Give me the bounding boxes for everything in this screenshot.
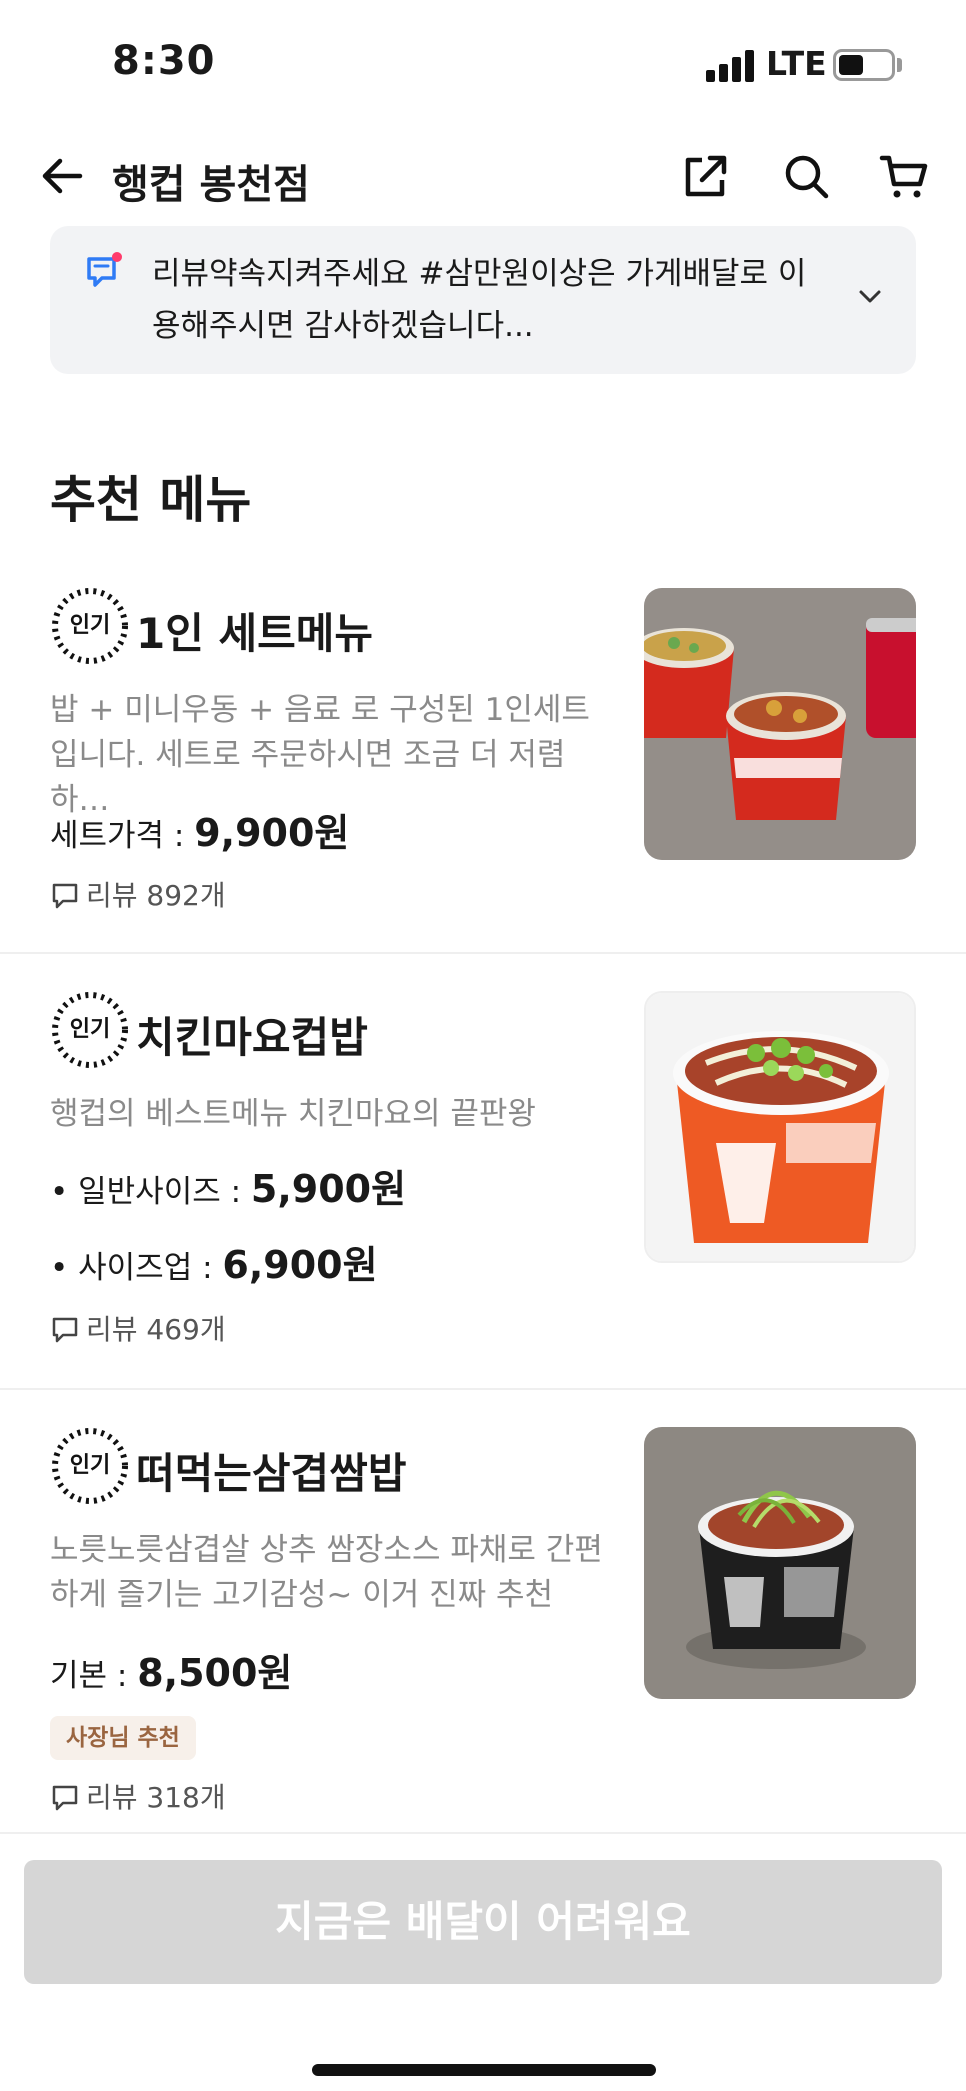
comment-icon — [52, 1317, 78, 1343]
comment-icon — [52, 883, 78, 909]
item-description: 행컵의 베스트메뉴 치킨마요의 끝판왕 — [50, 1096, 536, 1132]
item-photo-chicken-mayo[interactable] — [644, 991, 916, 1263]
comment-icon — [52, 1785, 78, 1811]
status-time: 8:30 — [112, 38, 216, 84]
price-amount: 5,900원 — [250, 1167, 407, 1211]
section-title: 추천 메뉴 — [50, 471, 252, 529]
review-text: 리뷰 892개 — [86, 879, 226, 912]
notice-text: 리뷰약속지켜주세요 #삼만원이상은 가게배달로 이용해주시면 감사하겠습니다..… — [152, 256, 807, 344]
battery-icon — [833, 49, 895, 81]
home-indicator[interactable] — [312, 2064, 656, 2076]
item-photo-samgyeop[interactable] — [644, 1427, 916, 1699]
share-button[interactable] — [680, 150, 732, 202]
food-photo-image — [646, 993, 914, 1261]
arrow-left-icon — [42, 158, 83, 194]
price-label: • 일반사이즈 : — [50, 1174, 251, 1210]
item-divider — [0, 1388, 966, 1390]
popular-badge: 인기 — [50, 990, 130, 1070]
item-description: 노릇노릇삼겹살 상추 쌈장소스 파채로 간편하게 즐기는 고기감성~ 이거 진짜… — [50, 1532, 603, 1613]
item-name: 떠먹는삼겹쌈밥 — [136, 1449, 407, 1498]
delivery-unavailable-button[interactable]: 지금은 배달이 어려워요 — [24, 1860, 942, 1984]
review-text: 리뷰 318개 — [86, 1781, 226, 1814]
cart-icon — [879, 155, 928, 198]
chevron-down-icon[interactable] — [854, 280, 886, 312]
battery-cap — [897, 58, 902, 72]
back-button[interactable] — [36, 150, 88, 202]
price-row: • 일반사이즈 : 5,900원 — [50, 1158, 406, 1213]
price-row: • 사이즈업 : 6,900원 — [50, 1234, 378, 1289]
signal-icon — [706, 50, 754, 82]
item-name: 치킨마요컵밥 — [136, 1013, 368, 1062]
badge-label: 인기 — [69, 1453, 111, 1478]
store-name: 행컵 봉천점 — [112, 162, 310, 208]
price-label: • 사이즈업 : — [50, 1250, 223, 1286]
review-text: 리뷰 469개 — [86, 1313, 226, 1346]
share-icon — [685, 155, 727, 197]
cart-button[interactable] — [878, 150, 930, 202]
menu-item-chicken-mayo[interactable]: 인기 치킨마요컵밥 행컵의 베스트메뉴 치킨마요의 끝판왕 • 일반사이즈 : … — [0, 990, 966, 1388]
item-photo-set[interactable] — [644, 588, 916, 860]
menu-item-set[interactable]: 인기 1인 세트메뉴 밥 + 미니우동 + 음료 로 구성된 1인세트입니다. … — [0, 586, 966, 952]
price-row: 세트가격 : 9,900원 — [50, 802, 349, 857]
item-name: 1인 세트메뉴 — [136, 609, 374, 658]
status-bar: 8:30 LTE — [0, 0, 966, 130]
notice-chat-icon — [87, 252, 122, 287]
popular-badge: 인기 — [50, 1426, 130, 1506]
review-count: 리뷰 892개 — [50, 874, 226, 914]
review-count: 리뷰 469개 — [50, 1308, 226, 1348]
network-label: LTE — [766, 44, 827, 83]
badge-label: 인기 — [69, 1017, 111, 1042]
food-photo-image — [644, 1427, 916, 1699]
menu-item-samgyeop[interactable]: 인기 떠먹는삼겹쌈밥 노릇노릇삼겹살 상추 쌈장소스 파채로 간편하게 즐기는 … — [0, 1426, 966, 1826]
bottom-bar: 지금은 배달이 어려워요 — [0, 1832, 966, 2091]
owner-recommend-tag: 사장님 추천 — [50, 1716, 196, 1760]
popular-badge: 인기 — [50, 586, 130, 666]
search-button[interactable] — [780, 150, 832, 202]
price-label: 세트가격 : — [50, 818, 195, 854]
review-count: 리뷰 318개 — [50, 1776, 226, 1816]
store-notice[interactable]: 리뷰약속지켜주세요 #삼만원이상은 가게배달로 이용해주시면 감사하겠습니다..… — [50, 226, 916, 374]
price-amount: 8,500원 — [137, 1651, 293, 1695]
price-amount: 6,900원 — [222, 1243, 378, 1287]
badge-label: 인기 — [69, 613, 111, 638]
item-divider — [0, 952, 966, 954]
price-amount: 9,900원 — [194, 811, 350, 855]
price-label: 기본 : — [50, 1658, 138, 1694]
search-icon — [785, 155, 829, 199]
food-photo-image — [644, 588, 916, 860]
top-nav: 행컵 봉천점 — [0, 140, 966, 210]
price-row: 기본 : 8,500원 — [50, 1642, 292, 1697]
